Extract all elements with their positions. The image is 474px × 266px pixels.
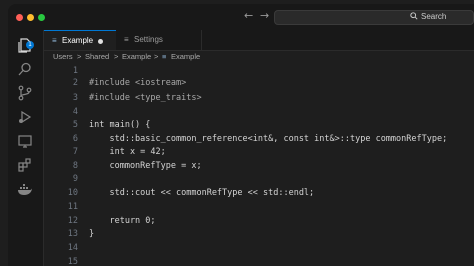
code-text[interactable]: #include <type_traits> — [89, 91, 202, 106]
line-number: 13 — [67, 229, 78, 239]
code-line: 5 int main() { — [44, 118, 474, 133]
title-bar: ← → Search — [8, 4, 474, 31]
command-search-box[interactable]: Search — [274, 10, 474, 25]
explorer-badge: 1 — [26, 41, 34, 49]
breadcrumb-item[interactable]: Example — [171, 50, 200, 64]
docker-icon[interactable] — [17, 181, 33, 197]
code-text[interactable]: int x = 42; — [89, 145, 165, 160]
code-line: 3 #include <type_traits> — [44, 91, 474, 106]
search-icon — [410, 12, 418, 20]
source-control-icon[interactable] — [17, 85, 33, 101]
breadcrumb-item[interactable]: Example — [122, 50, 151, 64]
code-editor[interactable]: 1 2 #include <iostream> 3 #include <type_t… — [44, 64, 474, 266]
back-arrow-icon[interactable]: ← — [244, 9, 253, 22]
line-number: 9 — [72, 174, 78, 184]
forward-arrow-icon[interactable]: → — [260, 9, 269, 22]
line-number: 5 — [72, 120, 78, 130]
tab-label: Example — [62, 36, 94, 45]
code-line: 2 #include <iostream> — [44, 76, 474, 91]
breadcrumb-file-icon: ≡ — [162, 52, 167, 61]
minimize-window-button[interactable] — [27, 14, 34, 21]
extensions-icon[interactable] — [17, 157, 33, 173]
search-icon[interactable] — [17, 61, 33, 77]
breadcrumb-item[interactable]: Shared — [85, 50, 109, 64]
line-number: 2 — [72, 78, 78, 88]
tab-bar: ≡ Example ≡ Settings — [44, 30, 474, 51]
maximize-window-button[interactable] — [38, 14, 45, 21]
run-debug-icon[interactable] — [17, 109, 33, 125]
code-text[interactable]: int main() { — [89, 118, 150, 133]
code-line: 10 std::cout << commonRefType << std::en… — [44, 186, 474, 201]
code-line: 11 — [44, 200, 474, 215]
line-number: 10 — [67, 188, 78, 198]
breadcrumb-separator: > — [114, 52, 119, 61]
line-number: 11 — [67, 202, 78, 212]
code-text[interactable]: std::cout << commonRefType << std::endl; — [89, 186, 314, 201]
breadcrumb-item[interactable]: Users — [53, 50, 73, 64]
line-number: 3 — [72, 93, 78, 103]
editor-window: ← → Search 1 ≡ Example ≡ Settings Users … — [8, 4, 474, 266]
breadcrumb-separator: > — [77, 52, 82, 61]
line-number: 15 — [67, 257, 78, 266]
tab-label: Settings — [134, 35, 163, 44]
remote-explorer-icon[interactable] — [17, 133, 33, 149]
code-line: 15 — [44, 255, 474, 266]
close-window-button[interactable] — [16, 14, 23, 21]
breadcrumb-separator: > — [154, 52, 159, 61]
settings-file-icon: ≡ — [124, 35, 129, 44]
activity-bar: 1 — [8, 30, 44, 266]
line-number: 7 — [72, 147, 78, 157]
unsaved-dot-icon[interactable] — [98, 39, 103, 44]
tab-example[interactable]: ≡ Example — [44, 30, 116, 50]
tab-settings[interactable]: ≡ Settings — [116, 30, 202, 50]
code-line: 7 int x = 42; — [44, 145, 474, 160]
code-line: 9 — [44, 172, 474, 187]
line-number: 14 — [67, 243, 78, 253]
code-line: 14 — [44, 241, 474, 256]
code-text[interactable]: #include <iostream> — [89, 76, 186, 91]
code-text[interactable]: } — [89, 227, 94, 242]
file-icon: ≡ — [52, 36, 57, 45]
breadcrumb: Users > Shared > Example > ≡ Example — [44, 50, 474, 64]
search-label: Search — [421, 12, 447, 21]
code-line: 13} — [44, 227, 474, 242]
